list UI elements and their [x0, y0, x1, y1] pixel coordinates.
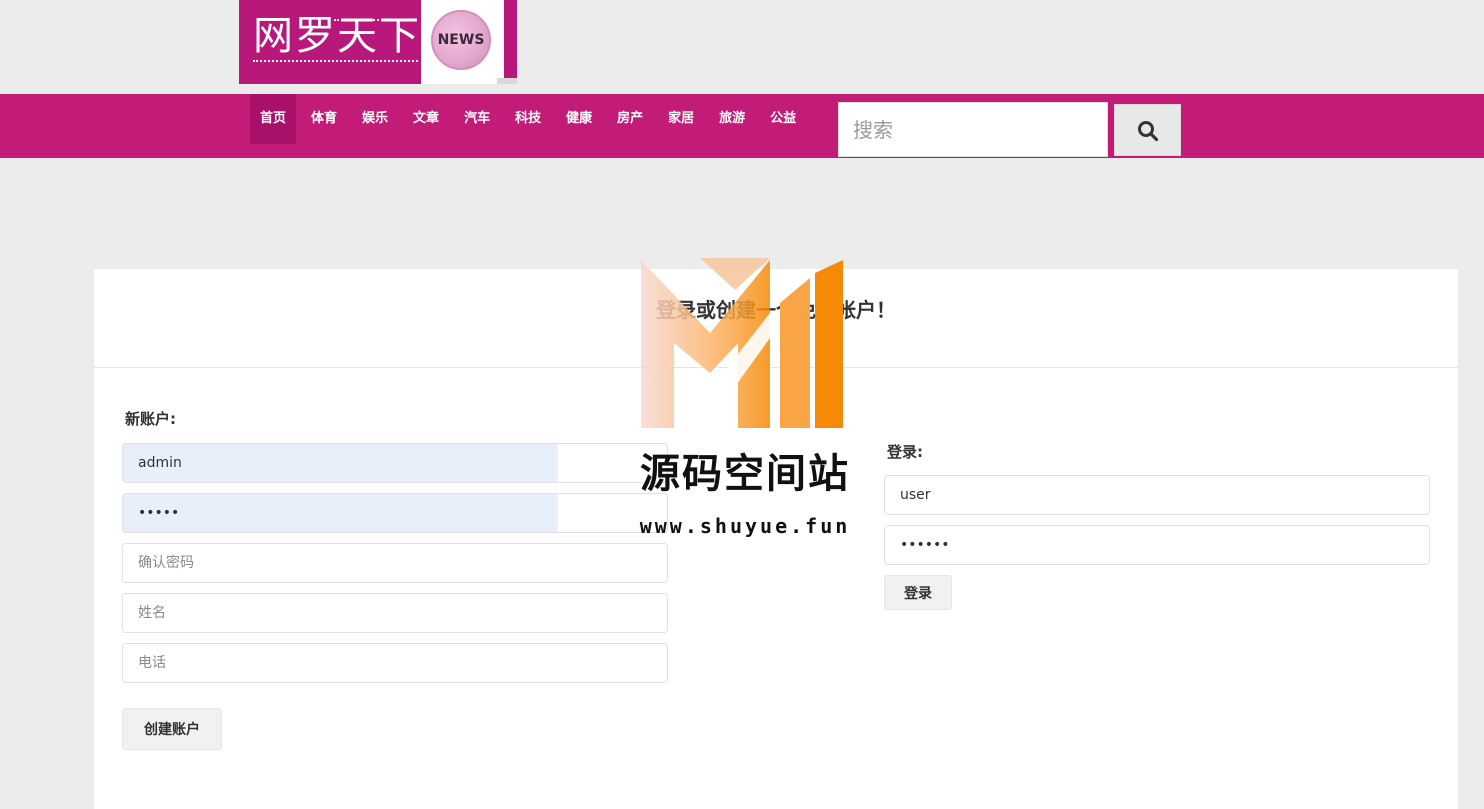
- register-username-input[interactable]: [122, 443, 668, 483]
- logo-decoration: [253, 60, 418, 66]
- nav-item-auto[interactable]: 汽车: [454, 94, 500, 144]
- logo-corner: [497, 78, 517, 84]
- login-section-label: 登录:: [887, 443, 923, 461]
- nav-item-entertainment[interactable]: 娱乐: [352, 94, 398, 144]
- register-confirm-password-input[interactable]: [122, 543, 668, 583]
- news-badge-icon: NEWS: [431, 10, 491, 70]
- register-section-label: 新账户:: [125, 410, 176, 428]
- nav-menu: 首页 体育 娱乐 文章 汽车 科技 健康 房产 家居 旅游 公益: [250, 94, 811, 144]
- nav-item-articles[interactable]: 文章: [403, 94, 449, 144]
- nav-item-travel[interactable]: 旅游: [709, 94, 755, 144]
- site-logo[interactable]: 网罗天下 NEWS: [239, 0, 517, 84]
- logo-news-panel: NEWS: [421, 0, 504, 84]
- main-navbar: 首页 体育 娱乐 文章 汽车 科技 健康 房产 家居 旅游 公益: [0, 94, 1484, 158]
- panel-heading: 登录或创建一个免费帐户！: [94, 269, 1458, 368]
- nav-item-home[interactable]: 首页: [250, 94, 297, 144]
- nav-item-home-decor[interactable]: 家居: [658, 94, 704, 144]
- register-phone-input[interactable]: [122, 643, 668, 683]
- logo-title: 网罗天下: [253, 13, 421, 59]
- nav-item-realestate[interactable]: 房产: [607, 94, 653, 144]
- nav-item-health[interactable]: 健康: [556, 94, 602, 144]
- login-username-input[interactable]: [884, 475, 1430, 515]
- search-button[interactable]: [1114, 104, 1181, 156]
- search-input[interactable]: [838, 102, 1108, 157]
- page-title: 登录或创建一个免费帐户！: [656, 298, 896, 322]
- register-password-input[interactable]: [122, 493, 668, 533]
- login-button[interactable]: 登录: [884, 575, 952, 610]
- register-name-input[interactable]: [122, 593, 668, 633]
- nav-item-tech[interactable]: 科技: [505, 94, 551, 144]
- login-password-input[interactable]: [884, 525, 1430, 565]
- auth-panel: 登录或创建一个免费帐户！ 新账户: 创建账户 登录: 登录: [94, 269, 1458, 809]
- news-badge-label: NEWS: [437, 32, 485, 48]
- nav-item-sports[interactable]: 体育: [301, 94, 347, 144]
- search-icon: [1138, 121, 1159, 142]
- nav-item-charity[interactable]: 公益: [760, 94, 806, 144]
- create-account-button[interactable]: 创建账户: [122, 708, 222, 750]
